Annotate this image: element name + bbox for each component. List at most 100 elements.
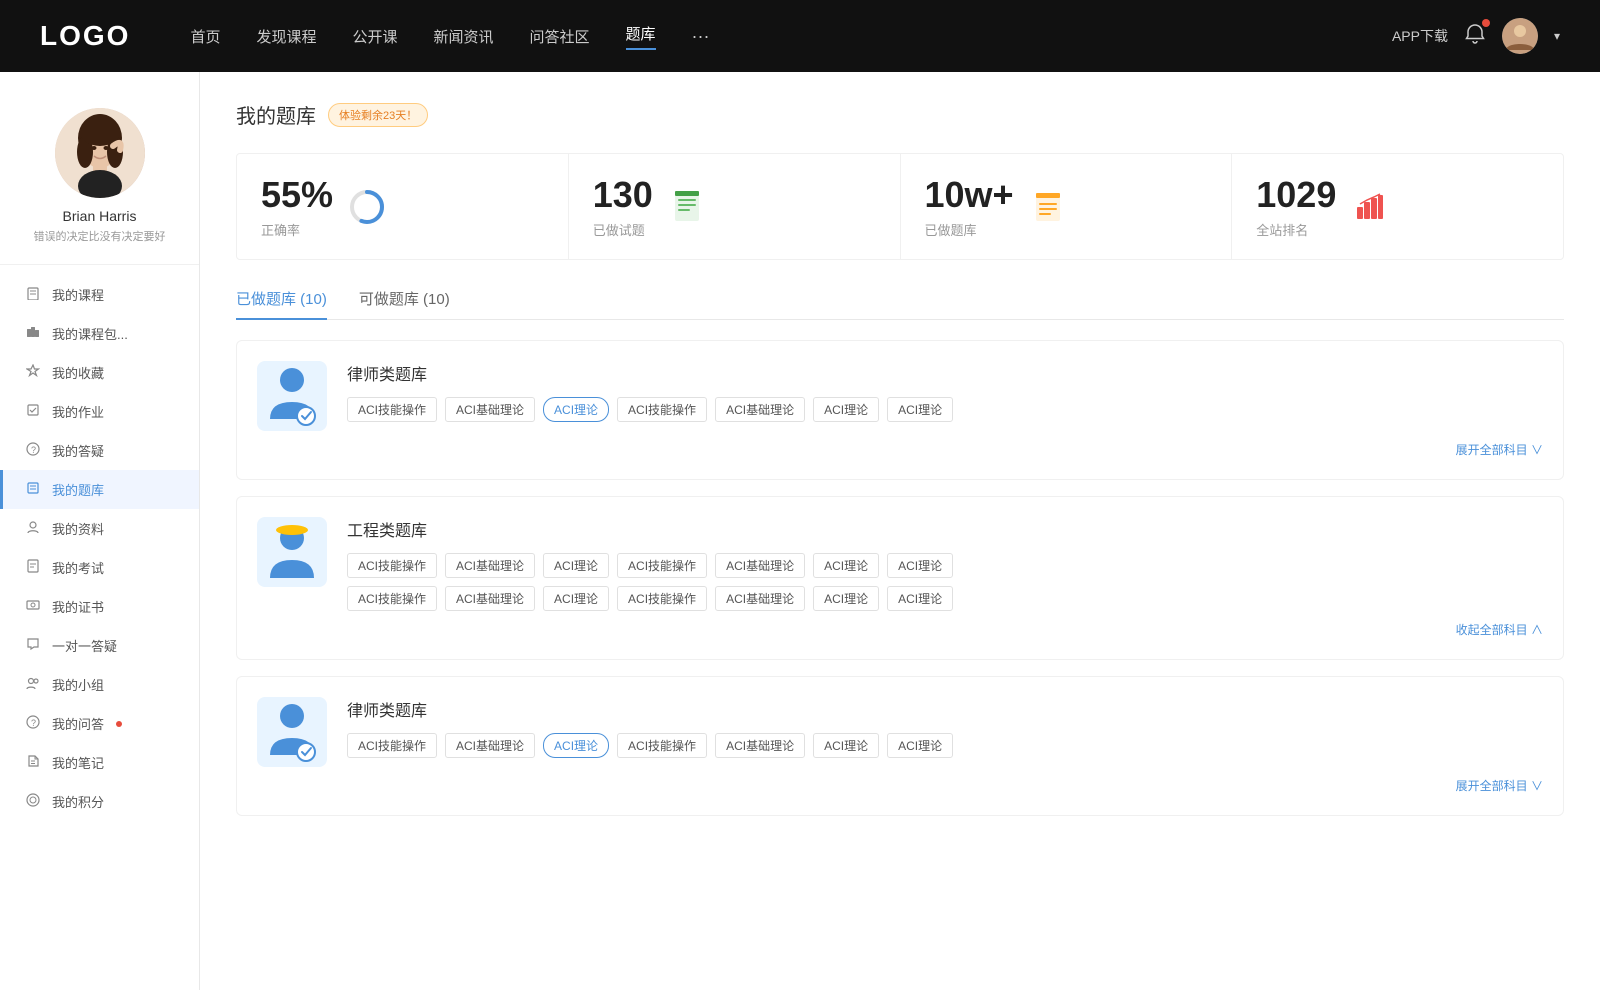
bank-engineer-tags-row1: ACI技能操作 ACI基础理论 ACI理论 ACI技能操作 ACI基础理论 AC… (347, 553, 1543, 578)
tag-2[interactable]: ACI基础理论 (445, 397, 535, 422)
l2-tag-3-active[interactable]: ACI理论 (543, 733, 609, 758)
bank-lawyer2-info: 律师类题库 ACI技能操作 ACI基础理论 ACI理论 ACI技能操作 ACI基… (347, 697, 1543, 758)
sidebar-item-tutoringqa[interactable]: 一对一答疑 (0, 626, 199, 665)
sidebar-item-mydata[interactable]: 我的资料 (0, 509, 199, 548)
nav-home[interactable]: 首页 (190, 26, 220, 47)
sidebar-item-coursepackage[interactable]: 我的课程包... (0, 314, 199, 353)
nav-more[interactable]: ··· (692, 26, 710, 47)
eng-tag-r1-3[interactable]: ACI理论 (543, 553, 609, 578)
tag-6[interactable]: ACI理论 (813, 397, 879, 422)
eng-tag-r1-2[interactable]: ACI基础理论 (445, 553, 535, 578)
sidebar-item-questionbank[interactable]: 我的题库 (0, 470, 199, 509)
eng-tag-r1-1[interactable]: ACI技能操作 (347, 553, 437, 578)
main-nav: 首页 发现课程 公开课 新闻资讯 问答社区 题库 ··· (190, 23, 1392, 50)
expand-lawyer-link[interactable]: 展开全部科目 ∨ (1456, 443, 1543, 457)
l2-tag-5[interactable]: ACI基础理论 (715, 733, 805, 758)
eng-tag-r2-6[interactable]: ACI理论 (813, 586, 879, 611)
nav-news[interactable]: 新闻资讯 (434, 26, 494, 47)
accuracy-icon (349, 189, 385, 225)
bank-engineer-icon (257, 517, 327, 587)
sidebar-item-myexam[interactable]: 我的考试 (0, 548, 199, 587)
sidebar-item-mynotes[interactable]: 我的笔记 (0, 743, 199, 782)
lawyer2-person-svg (262, 700, 322, 765)
eng-tag-r2-4[interactable]: ACI技能操作 (617, 586, 707, 611)
sidebar-item-myqa[interactable]: ? 我的答疑 (0, 431, 199, 470)
bank-card-engineer: 工程类题库 ACI技能操作 ACI基础理论 ACI理论 ACI技能操作 ACI基… (236, 496, 1564, 660)
rank-icon (1352, 189, 1388, 225)
sidebar-item-mycourse[interactable]: 我的课程 (0, 275, 199, 314)
bank-engineer-info: 工程类题库 ACI技能操作 ACI基础理论 ACI理论 ACI技能操作 ACI基… (347, 517, 1543, 611)
bank-lawyer2-footer: 展开全部科目 ∨ (257, 777, 1543, 795)
eng-tag-r2-1[interactable]: ACI技能操作 (347, 586, 437, 611)
question-icon: ? (24, 715, 42, 732)
stat-done-banks: 10w+ 已做题库 (901, 154, 1233, 259)
done-banks-icon (1030, 189, 1066, 225)
sidebar-item-mygroup[interactable]: 我的小组 (0, 665, 199, 704)
app-download-link[interactable]: APP下载 (1392, 26, 1448, 46)
tag-4[interactable]: ACI技能操作 (617, 397, 707, 422)
sidebar-label-mydata: 我的资料 (52, 519, 104, 538)
notes-icon (24, 754, 42, 771)
nav-qa[interactable]: 问答社区 (530, 26, 590, 47)
l2-tag-2[interactable]: ACI基础理论 (445, 733, 535, 758)
tag-5[interactable]: ACI基础理论 (715, 397, 805, 422)
tag-7[interactable]: ACI理论 (887, 397, 953, 422)
nav-questionbank[interactable]: 题库 (626, 23, 656, 50)
collapse-engineer-link[interactable]: 收起全部科目 ∧ (1456, 623, 1543, 637)
eng-tag-r2-2[interactable]: ACI基础理论 (445, 586, 535, 611)
tab-done-banks[interactable]: 已做题库 (10) (236, 288, 327, 319)
sidebar-item-myquestion[interactable]: ? 我的问答 (0, 704, 199, 743)
sidebar-label-mycert: 我的证书 (52, 597, 104, 616)
expand-lawyer2-link[interactable]: 展开全部科目 ∨ (1456, 779, 1543, 793)
lawyer-person-svg (262, 364, 322, 429)
eng-tag-r2-3[interactable]: ACI理论 (543, 586, 609, 611)
sidebar-menu: 我的课程 我的课程包... 我的收藏 我的作业 (0, 265, 199, 831)
tag-1[interactable]: ACI技能操作 (347, 397, 437, 422)
exam-icon (24, 559, 42, 576)
tab-available-banks[interactable]: 可做题库 (10) (359, 288, 450, 319)
nav-opencourse[interactable]: 公开课 (352, 26, 397, 47)
bank-engineer-footer: 收起全部科目 ∧ (257, 621, 1543, 639)
sidebar-label-favorites: 我的收藏 (52, 363, 104, 382)
eng-tag-r1-6[interactable]: ACI理论 (813, 553, 879, 578)
profile-avatar (55, 108, 145, 198)
trial-badge: 体验剩余23天！ (328, 103, 428, 127)
sidebar: Brian Harris 错误的决定比没有决定要好 我的课程 我的课程包... (0, 72, 200, 990)
eng-tag-r2-5[interactable]: ACI基础理论 (715, 586, 805, 611)
sidebar-item-mypoints[interactable]: 我的积分 (0, 782, 199, 821)
bank-card-lawyer-2: 律师类题库 ACI技能操作 ACI基础理论 ACI理论 ACI技能操作 ACI基… (236, 676, 1564, 816)
bank-card-lawyer2-header: 律师类题库 ACI技能操作 ACI基础理论 ACI理论 ACI技能操作 ACI基… (257, 697, 1543, 767)
tag-3-active[interactable]: ACI理论 (543, 397, 609, 422)
l2-tag-7[interactable]: ACI理论 (887, 733, 953, 758)
avatar[interactable] (1502, 18, 1538, 54)
sidebar-item-favorites[interactable]: 我的收藏 (0, 353, 199, 392)
stat-rank-number: 1029 (1256, 174, 1336, 216)
stat-done-banks-number: 10w+ (925, 174, 1014, 216)
l2-tag-4[interactable]: ACI技能操作 (617, 733, 707, 758)
homework-icon (24, 403, 42, 420)
notification-bell[interactable] (1464, 23, 1486, 50)
sidebar-item-mycert[interactable]: 我的证书 (0, 587, 199, 626)
user-dropdown-arrow[interactable]: ▾ (1554, 29, 1560, 43)
l2-tag-6[interactable]: ACI理论 (813, 733, 879, 758)
l2-tag-1[interactable]: ACI技能操作 (347, 733, 437, 758)
eng-tag-r2-7[interactable]: ACI理论 (887, 586, 953, 611)
sidebar-label-homework: 我的作业 (52, 402, 104, 421)
sidebar-label-questionbank: 我的题库 (52, 480, 104, 499)
done-questions-icon (669, 189, 705, 225)
star-icon (24, 364, 42, 381)
sidebar-item-homework[interactable]: 我的作业 (0, 392, 199, 431)
eng-tag-r1-7[interactable]: ACI理论 (887, 553, 953, 578)
group-icon (24, 676, 42, 693)
svg-text:?: ? (31, 718, 36, 728)
sidebar-label-myexam: 我的考试 (52, 558, 104, 577)
bank-engineer-header: 工程类题库 ACI技能操作 ACI基础理论 ACI理论 ACI技能操作 ACI基… (257, 517, 1543, 611)
profile-avatar-image (55, 108, 145, 198)
sidebar-label-myquestion: 我的问答 (52, 714, 104, 733)
tutoring-icon (24, 637, 42, 654)
eng-tag-r1-5[interactable]: ACI基础理论 (715, 553, 805, 578)
course-icon (24, 286, 42, 303)
eng-tag-r1-4[interactable]: ACI技能操作 (617, 553, 707, 578)
nav-discover[interactable]: 发现课程 (256, 26, 316, 47)
header: LOGO 首页 发现课程 公开课 新闻资讯 问答社区 题库 ··· APP下载 … (0, 0, 1600, 72)
